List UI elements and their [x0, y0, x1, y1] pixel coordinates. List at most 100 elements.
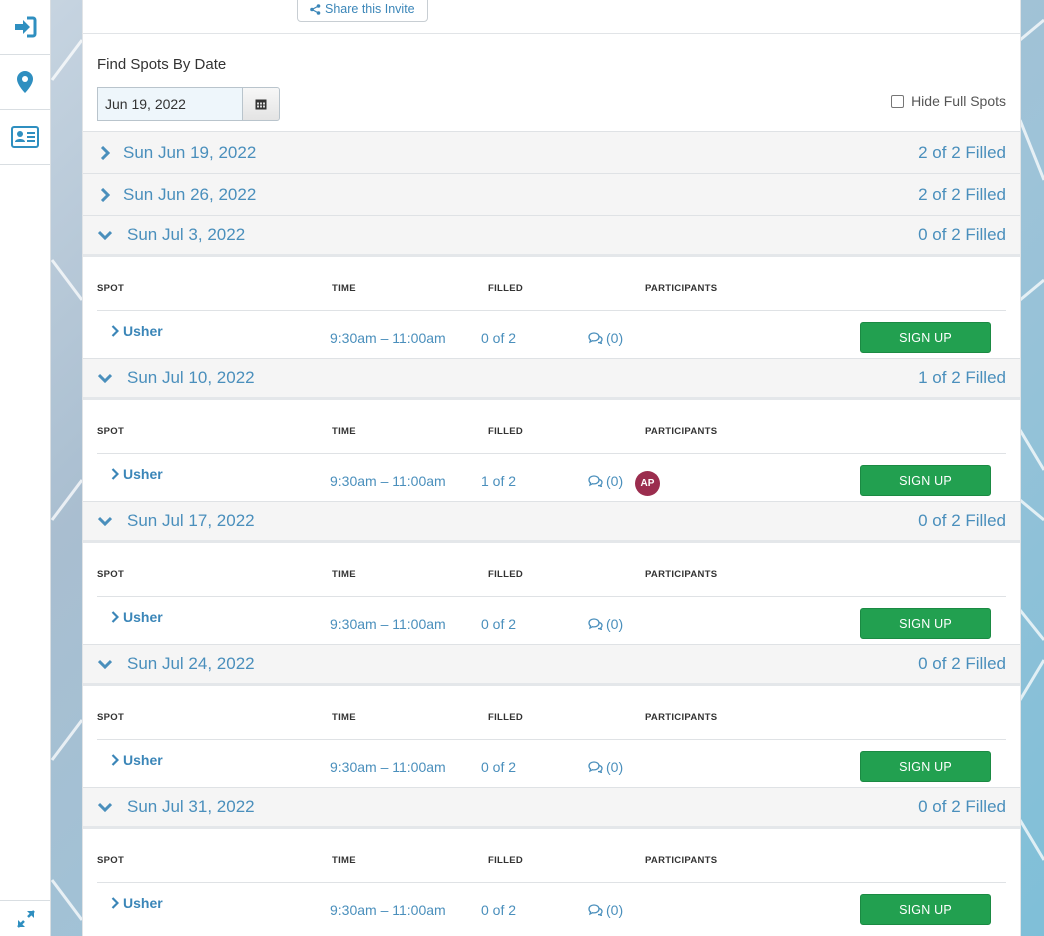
spot-comments-link[interactable]: (0)	[588, 759, 623, 775]
date-filled-status: 1 of 2 Filled	[918, 368, 1006, 387]
date-label: Sun Jun 26, 2022	[123, 184, 257, 204]
date-row[interactable]: Sun Jun 26, 2022 2 of 2 Filled	[83, 173, 1020, 215]
spot-comments-link[interactable]: (0)	[588, 616, 623, 632]
chevron-down-icon	[98, 516, 112, 526]
date-row[interactable]: Sun Jul 24, 2022 0 of 2 Filled	[83, 644, 1020, 686]
find-spots-label: Find Spots By Date	[97, 56, 227, 73]
date-row[interactable]: Sun Jul 31, 2022 0 of 2 Filled	[83, 787, 1020, 829]
table-row: Usher 9:30am – 11:00am 0 of 2 (0) SIGN UP	[97, 883, 1006, 930]
spot-table: SPOT TIME FILLED PARTICIPANTS Usher 9:30am – …	[83, 829, 1020, 930]
spot-comments-link[interactable]: (0)	[588, 330, 623, 346]
date-left: Sun Jul 10, 2022	[97, 368, 255, 388]
date-row[interactable]: Sun Jul 3, 2022 0 of 2 Filled	[83, 215, 1020, 257]
spot-filled: 0 of 2	[481, 616, 517, 632]
spot-name: Usher	[123, 895, 163, 911]
date-label: Sun Jul 24, 2022	[127, 654, 255, 673]
chevron-right-icon	[100, 145, 110, 160]
date-toggle[interactable]	[97, 370, 113, 386]
date-filled-status: 2 of 2 Filled	[918, 142, 1006, 162]
sign-up-button[interactable]: SIGN UP	[860, 894, 991, 925]
date-filled-status: 2 of 2 Filled	[918, 184, 1006, 204]
spot-table: SPOT TIME FILLED PARTICIPANTS Usher 9:30am – …	[83, 257, 1020, 358]
header-filled: FILLED	[488, 712, 524, 723]
comment-count: (0)	[606, 473, 624, 489]
calendar-button[interactable]	[242, 87, 280, 121]
date-left: Sun Jul 3, 2022	[97, 225, 245, 245]
date-row[interactable]: Sun Jul 10, 2022 1 of 2 Filled	[83, 358, 1020, 400]
header-spot: SPOT	[97, 855, 125, 866]
date-block: Sun Jul 31, 2022 0 of 2 Filled SPOT TIME FIL…	[83, 787, 1020, 930]
date-toggle[interactable]	[97, 656, 113, 672]
header-participants: PARTICIPANTS	[645, 283, 718, 294]
spot-name-link[interactable]: Usher	[111, 466, 163, 482]
share-icon	[310, 3, 321, 15]
header-filled: FILLED	[488, 283, 524, 294]
comments-icon	[588, 904, 603, 916]
table-row: Usher 9:30am – 11:00am 0 of 2 (0) SIGN UP	[97, 740, 1006, 787]
sign-up-button[interactable]: SIGN UP	[860, 465, 991, 496]
header-time: TIME	[332, 426, 356, 437]
date-input[interactable]	[97, 87, 242, 121]
chevron-right-icon	[111, 611, 119, 623]
comments-icon	[588, 332, 603, 344]
sign-up-button[interactable]: SIGN UP	[860, 608, 991, 639]
date-toggle[interactable]	[97, 799, 113, 815]
left-sidebar	[0, 0, 51, 936]
spot-comments-link[interactable]: (0)	[588, 473, 623, 489]
sign-up-button[interactable]: SIGN UP	[860, 322, 991, 353]
expand-icon	[16, 909, 35, 928]
spot-table-header: SPOT TIME FILLED PARTICIPANTS	[97, 543, 1006, 597]
spot-name-link[interactable]: Usher	[111, 752, 163, 768]
chevron-down-icon	[98, 230, 112, 240]
date-block: Sun Jul 24, 2022 0 of 2 Filled SPOT TIME FIL…	[83, 644, 1020, 787]
date-filled-status: 0 of 2 Filled	[918, 654, 1006, 673]
comment-count: (0)	[606, 902, 624, 918]
spot-name-link[interactable]: Usher	[111, 895, 163, 911]
date-toggle[interactable]	[97, 145, 113, 161]
date-row[interactable]: Sun Jun 19, 2022 2 of 2 Filled	[83, 131, 1020, 173]
sidebar-contact-button[interactable]	[0, 110, 50, 165]
hide-full-spots-toggle[interactable]: Hide Full Spots	[891, 93, 1006, 109]
header-participants: PARTICIPANTS	[645, 855, 718, 866]
date-row[interactable]: Sun Jul 17, 2022 0 of 2 Filled	[83, 501, 1020, 543]
header-filled: FILLED	[488, 426, 524, 437]
date-toggle[interactable]	[97, 187, 113, 203]
chevron-down-icon	[98, 802, 112, 812]
hide-full-checkbox[interactable]	[891, 94, 905, 108]
date-block: Sun Jul 17, 2022 0 of 2 Filled SPOT TIME FIL…	[83, 501, 1020, 644]
date-block: Sun Jul 3, 2022 0 of 2 Filled SPOT TIME FILL…	[83, 215, 1020, 358]
header-spot: SPOT	[97, 426, 125, 437]
participant-avatar[interactable]: AP	[635, 471, 660, 496]
chevron-right-icon	[111, 468, 119, 480]
spot-table: SPOT TIME FILLED PARTICIPANTS Usher 9:30am – …	[83, 400, 1020, 501]
comment-count: (0)	[606, 330, 624, 346]
sidebar-login-button[interactable]	[0, 0, 50, 55]
sidebar-expand-button[interactable]	[0, 900, 51, 936]
date-label: Sun Jul 31, 2022	[127, 797, 255, 816]
header-participants: PARTICIPANTS	[645, 569, 718, 580]
spot-time: 9:30am – 11:00am	[330, 902, 446, 918]
header-spot: SPOT	[97, 283, 125, 294]
spot-name-link[interactable]: Usher	[111, 323, 163, 339]
date-label: Sun Jul 10, 2022	[127, 368, 255, 387]
date-filled-status: 0 of 2 Filled	[918, 225, 1006, 244]
comments-icon	[588, 761, 603, 773]
date-left: Sun Jul 31, 2022	[97, 797, 255, 817]
spot-filled: 1 of 2	[481, 473, 517, 489]
spot-name: Usher	[123, 609, 163, 625]
date-toggle[interactable]	[97, 227, 113, 243]
spot-table-header: SPOT TIME FILLED PARTICIPANTS	[97, 829, 1006, 883]
share-invite-button[interactable]: Share this Invite	[297, 0, 428, 22]
sidebar-location-button[interactable]	[0, 55, 50, 110]
comments-icon	[588, 475, 603, 487]
date-toggle[interactable]	[97, 513, 113, 529]
id-card-icon	[11, 126, 39, 148]
date-left: Sun Jul 17, 2022	[97, 511, 255, 531]
date-label: Sun Jun 19, 2022	[123, 142, 257, 162]
chevron-right-icon	[111, 897, 119, 909]
chevron-right-icon	[111, 325, 119, 337]
spot-time: 9:30am – 11:00am	[330, 616, 446, 632]
spot-name-link[interactable]: Usher	[111, 609, 163, 625]
spot-comments-link[interactable]: (0)	[588, 902, 623, 918]
sign-up-button[interactable]: SIGN UP	[860, 751, 991, 782]
